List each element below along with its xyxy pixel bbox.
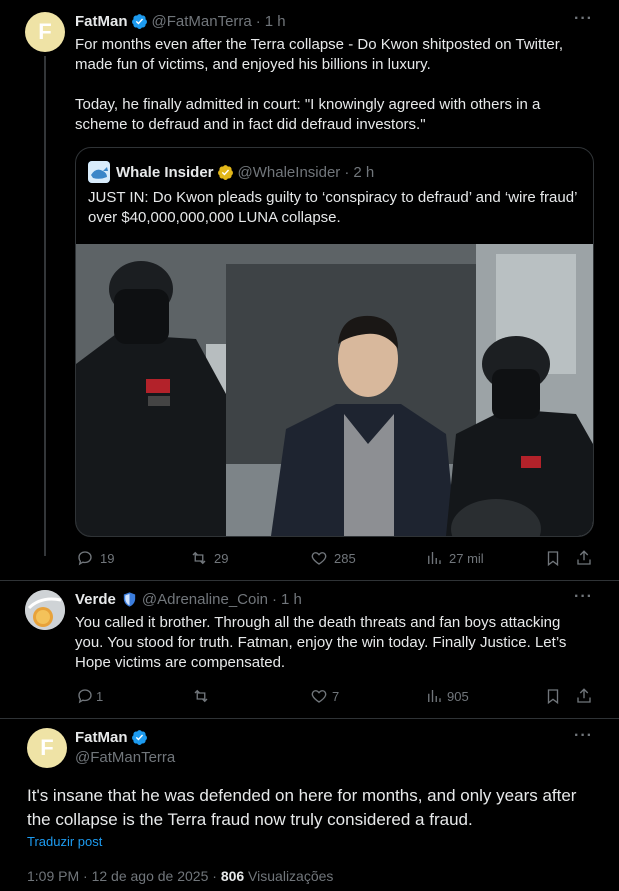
share-icon — [577, 550, 591, 565]
quote-time: 2 h — [353, 163, 375, 181]
like-icon — [311, 690, 327, 703]
separator-dot: · — [344, 163, 350, 181]
views-icon — [428, 690, 441, 702]
thread-line — [44, 56, 46, 556]
quote-author-handle: @WhaleInsider — [237, 163, 341, 181]
post-actions: 19 29 285 27 mil — [0, 548, 619, 568]
quote-photo[interactable] — [76, 244, 593, 536]
author-handle[interactable]: @FatManTerra — [152, 13, 252, 30]
quote-author-name: Whale Insider — [116, 163, 214, 181]
post-timestamp[interactable]: 1:09 PM · 12 de ago de 2025 · — [27, 868, 221, 884]
post-text: It's insane that he was defended on here… — [27, 786, 577, 829]
share-button[interactable] — [575, 687, 593, 705]
views-button[interactable]: 905 — [425, 687, 469, 705]
gold-verified-icon — [217, 164, 233, 180]
share-icon — [577, 688, 591, 703]
post-time[interactable]: 1 h — [281, 591, 302, 608]
verified-badge-icon — [131, 14, 147, 29]
like-button[interactable]: 7 — [310, 687, 339, 705]
author-handle[interactable]: @FatManTerra — [75, 749, 175, 766]
post-text: For months even after the Terra collapse… — [75, 36, 564, 133]
bookmark-icon — [547, 551, 559, 567]
post-header: FatMan @FatManTerra · 1 h — [75, 13, 286, 30]
views-label: Visualizações — [244, 868, 334, 884]
post-time[interactable]: 1 h — [265, 13, 286, 30]
divider — [0, 580, 619, 581]
translate-link[interactable]: Traduzir post — [27, 834, 102, 849]
repost-button[interactable]: 29 — [190, 549, 228, 567]
repost-button[interactable] — [192, 687, 210, 705]
like-button[interactable]: 285 — [310, 549, 356, 567]
post-header: Verde @Adrenaline_Coin · 1 h — [75, 591, 302, 608]
post-text: You called it brother. Through all the d… — [75, 614, 567, 671]
views-button[interactable]: 27 mil — [425, 549, 484, 567]
more-icon[interactable]: ··· — [574, 10, 593, 28]
reply-icon — [78, 551, 92, 566]
reply-button[interactable]: 19 — [76, 549, 114, 567]
coin-avatar-image — [25, 590, 65, 630]
shield-icon — [123, 592, 136, 607]
author-handle[interactable]: @Adrenaline_Coin — [142, 591, 268, 608]
views-icon — [428, 552, 441, 564]
repost-icon — [192, 551, 206, 565]
post-header: FatMan — [75, 729, 152, 746]
repost-icon — [194, 689, 208, 703]
reply-button[interactable]: 1 — [76, 687, 103, 705]
avatar[interactable]: F — [25, 12, 65, 52]
post-meta: 1:09 PM · 12 de ago de 2025 · 806 Visual… — [27, 868, 333, 884]
author-name[interactable]: FatMan — [75, 13, 128, 30]
share-button[interactable] — [575, 549, 593, 567]
reply-icon — [78, 689, 92, 704]
separator-dot: · — [255, 13, 261, 30]
author-name[interactable]: Verde — [75, 591, 116, 608]
news-photo-image — [76, 244, 593, 536]
author-name[interactable]: FatMan — [75, 729, 128, 746]
more-icon[interactable]: ··· — [574, 588, 593, 606]
views-count: 806 — [220, 868, 245, 884]
bookmark-icon — [547, 689, 559, 705]
whale-avatar — [88, 161, 110, 183]
avatar[interactable]: F — [27, 728, 67, 768]
whale-icon — [88, 161, 110, 183]
quote-text: JUST IN: Do Kwon pleads guilty to ‘consp… — [88, 189, 577, 226]
like-icon — [311, 552, 327, 565]
separator-dot: · — [272, 591, 278, 608]
bookmark-button[interactable] — [544, 687, 562, 705]
more-icon[interactable]: ··· — [574, 727, 593, 745]
avatar[interactable] — [25, 590, 65, 630]
bookmark-button[interactable] — [544, 549, 562, 567]
verified-badge-icon — [131, 730, 147, 745]
divider — [0, 718, 619, 719]
post-actions: 1 7 905 — [0, 686, 619, 706]
quoted-post[interactable]: Whale Insider @WhaleInsider · 2 h JUST I… — [75, 147, 594, 537]
quote-header: Whale Insider @WhaleInsider · 2 h — [88, 161, 374, 183]
